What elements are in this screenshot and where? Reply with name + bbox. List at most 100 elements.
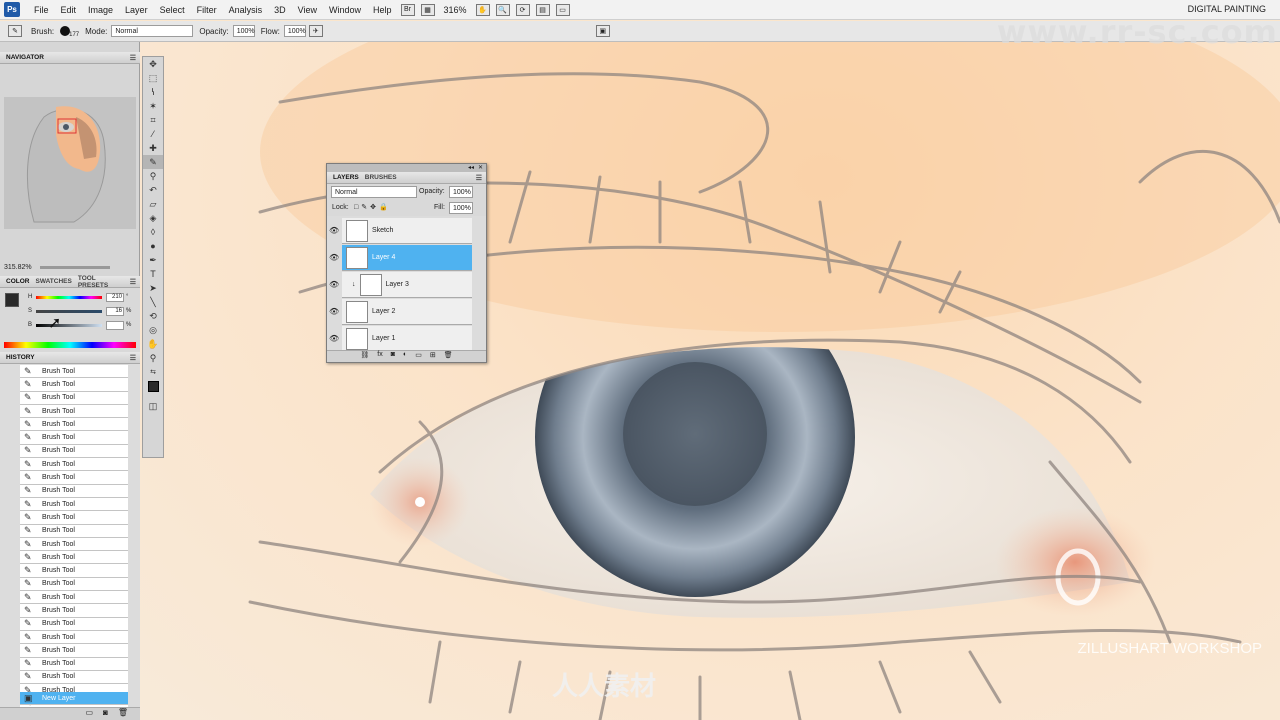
menu-layer[interactable]: Layer [119, 5, 154, 15]
pen-tool-icon[interactable]: ✒ [143, 253, 163, 267]
history-item[interactable]: ✎ Brush Tool [20, 444, 128, 459]
history-item[interactable]: ✎ Brush Tool [20, 404, 128, 419]
history-item[interactable]: ✎ Brush Tool [20, 630, 128, 645]
menu-file[interactable]: File [28, 5, 55, 15]
healing-brush-tool-icon[interactable]: ✚ [143, 141, 163, 155]
tool-preset-icon[interactable]: ✎ [8, 25, 22, 37]
panel-titlebar[interactable]: ◂◂ ✕ [327, 164, 486, 172]
history-item[interactable]: ✎ Brush Tool [20, 431, 128, 445]
eraser-tool-icon[interactable]: ▱ [143, 197, 163, 211]
history-item[interactable]: ✎ Brush Tool [20, 484, 128, 498]
menu-help[interactable]: Help [367, 5, 398, 15]
bridge-button[interactable]: Br [400, 3, 415, 16]
tab-layers[interactable]: LAYERS [330, 174, 362, 181]
hue-input[interactable]: 210 [106, 292, 124, 302]
history-tab[interactable]: HISTORY [3, 354, 38, 361]
history-item[interactable]: ✎ Brush Tool [20, 365, 128, 379]
panel-menu-icon[interactable]: ☰ [130, 278, 136, 286]
arrange-documents-icon[interactable]: ▤ [535, 3, 550, 16]
history-item[interactable]: ✎ Brush Tool [20, 524, 128, 538]
swap-colors-icon[interactable]: ⇆ [143, 365, 163, 379]
navigator-tab[interactable]: NAVIGATOR [3, 54, 47, 61]
hand-tool-icon[interactable]: ✋ [143, 337, 163, 351]
history-item[interactable]: ✎ Brush Tool [20, 564, 128, 578]
lasso-tool-icon[interactable]: ꝇ [143, 85, 163, 99]
document-canvas[interactable] [140, 42, 1280, 720]
navigator-zoom-slider[interactable] [40, 266, 110, 269]
mode-select[interactable]: Normal [111, 25, 194, 37]
close-icon[interactable]: ✕ [478, 164, 483, 172]
panel-menu-icon[interactable]: ☰ [130, 354, 136, 362]
history-item[interactable]: ✎ Brush Tool [20, 418, 128, 432]
blur-tool-icon[interactable]: ◊ [143, 225, 163, 239]
layer-mask-icon[interactable]: ◙ [391, 351, 395, 362]
group-icon[interactable]: ▭ [415, 351, 422, 362]
menu-image[interactable]: Image [82, 5, 119, 15]
tab-swatches[interactable]: SWATCHES [32, 278, 74, 285]
rotate-view-icon[interactable]: ⟳ [515, 3, 530, 16]
history-item[interactable]: ✎ Brush Tool [20, 617, 128, 631]
eyedropper-tool-icon[interactable]: ⁄ [143, 127, 163, 141]
screen-mode-icon[interactable]: ▭ [555, 3, 570, 16]
trash-icon[interactable]: 🗑 [444, 351, 453, 362]
visibility-eye-icon[interactable]: 👁 [329, 334, 339, 344]
history-item[interactable]: ✎ Brush Tool [20, 591, 128, 605]
zoom-tool-icon[interactable]: ⚲ [143, 351, 163, 365]
history-item[interactable]: ✎ Brush Tool [20, 497, 128, 512]
new-document-from-state-icon[interactable]: ▭ [85, 708, 93, 720]
panel-menu-icon[interactable]: ☰ [476, 174, 482, 182]
menu-edit[interactable]: Edit [55, 5, 83, 15]
blend-mode-select[interactable]: Normal [331, 186, 417, 198]
layer-style-icon[interactable]: fx [377, 351, 382, 362]
panel-menu-icon[interactable]: ☰ [130, 54, 136, 62]
visibility-eye-icon[interactable]: 👁 [329, 253, 339, 263]
navigator-zoom-value[interactable]: 315.82% [4, 264, 32, 271]
layer-row-layer-4[interactable]: 👁 Layer 4 [329, 245, 472, 271]
history-item[interactable]: ✎ Brush Tool [20, 471, 128, 485]
lock-icons[interactable]: □✎✥🔒 [354, 203, 391, 211]
history-brush-tool-icon[interactable]: ↶ [143, 183, 163, 197]
menu-analysis[interactable]: Analysis [223, 5, 269, 15]
layer-row-layer-3[interactable]: 👁 ↓ Layer 3 [329, 272, 472, 298]
color-ramp[interactable] [4, 342, 136, 348]
3d-rotate-tool-icon[interactable]: ⟲ [143, 309, 163, 323]
magic-wand-tool-icon[interactable]: ✶ [143, 99, 163, 113]
layer-opacity-input[interactable]: 100% [449, 186, 473, 198]
history-item[interactable]: ✎ Brush Tool [20, 644, 128, 658]
history-item[interactable]: ✎ Brush Tool [20, 458, 128, 472]
history-item[interactable]: ✎ Brush Tool [20, 511, 128, 525]
trash-icon[interactable]: 🗑 [118, 708, 128, 720]
menu-window[interactable]: Window [323, 5, 367, 15]
paint-bucket-tool-icon[interactable]: ◈ [143, 211, 163, 225]
history-item[interactable]: ✎ Brush Tool [20, 378, 128, 392]
link-layers-icon[interactable]: ⛓ [360, 351, 369, 362]
history-item-active[interactable]: ▣ New Layer [20, 692, 128, 706]
flow-input[interactable]: 100% [283, 25, 306, 37]
snapshot-icon[interactable]: ◙ [103, 708, 108, 720]
brush-tool-icon[interactable]: ✎ [143, 155, 163, 169]
history-item[interactable]: ✎ Brush Tool [20, 537, 128, 552]
tab-color[interactable]: COLOR [3, 278, 32, 285]
move-tool-icon[interactable]: ✥ [143, 57, 163, 71]
path-selection-tool-icon[interactable]: ➤ [143, 281, 163, 295]
menu-3d[interactable]: 3D [268, 5, 292, 15]
tab-brushes[interactable]: BRUSHES [362, 174, 400, 181]
foreground-swatch[interactable] [5, 293, 19, 307]
zoom-tool-icon[interactable]: 🔍 [495, 3, 510, 16]
saturation-input[interactable]: 16 [106, 306, 124, 316]
zoom-level[interactable]: 316% [438, 5, 473, 15]
menu-view[interactable]: View [292, 5, 323, 15]
history-item[interactable]: ✎ Brush Tool [20, 391, 128, 405]
airbrush-icon[interactable]: ✈ [308, 25, 323, 37]
fill-input[interactable]: 100% [449, 202, 473, 214]
3d-orbit-tool-icon[interactable]: ◎ [143, 323, 163, 337]
crop-tool-icon[interactable]: ⌗ [143, 113, 163, 127]
view-extras-icon[interactable]: ▦ [420, 3, 435, 16]
clone-stamp-tool-icon[interactable]: ⚲ [143, 169, 163, 183]
hand-tool-icon[interactable]: ✋ [475, 3, 490, 16]
visibility-eye-icon[interactable]: 👁 [329, 307, 339, 317]
new-layer-icon[interactable]: ⊞ [430, 351, 436, 362]
line-tool-icon[interactable]: ╲ [143, 295, 163, 309]
brightness-slider[interactable] [36, 323, 102, 327]
tab-tool-presets[interactable]: TOOL PRESETS [75, 275, 130, 289]
